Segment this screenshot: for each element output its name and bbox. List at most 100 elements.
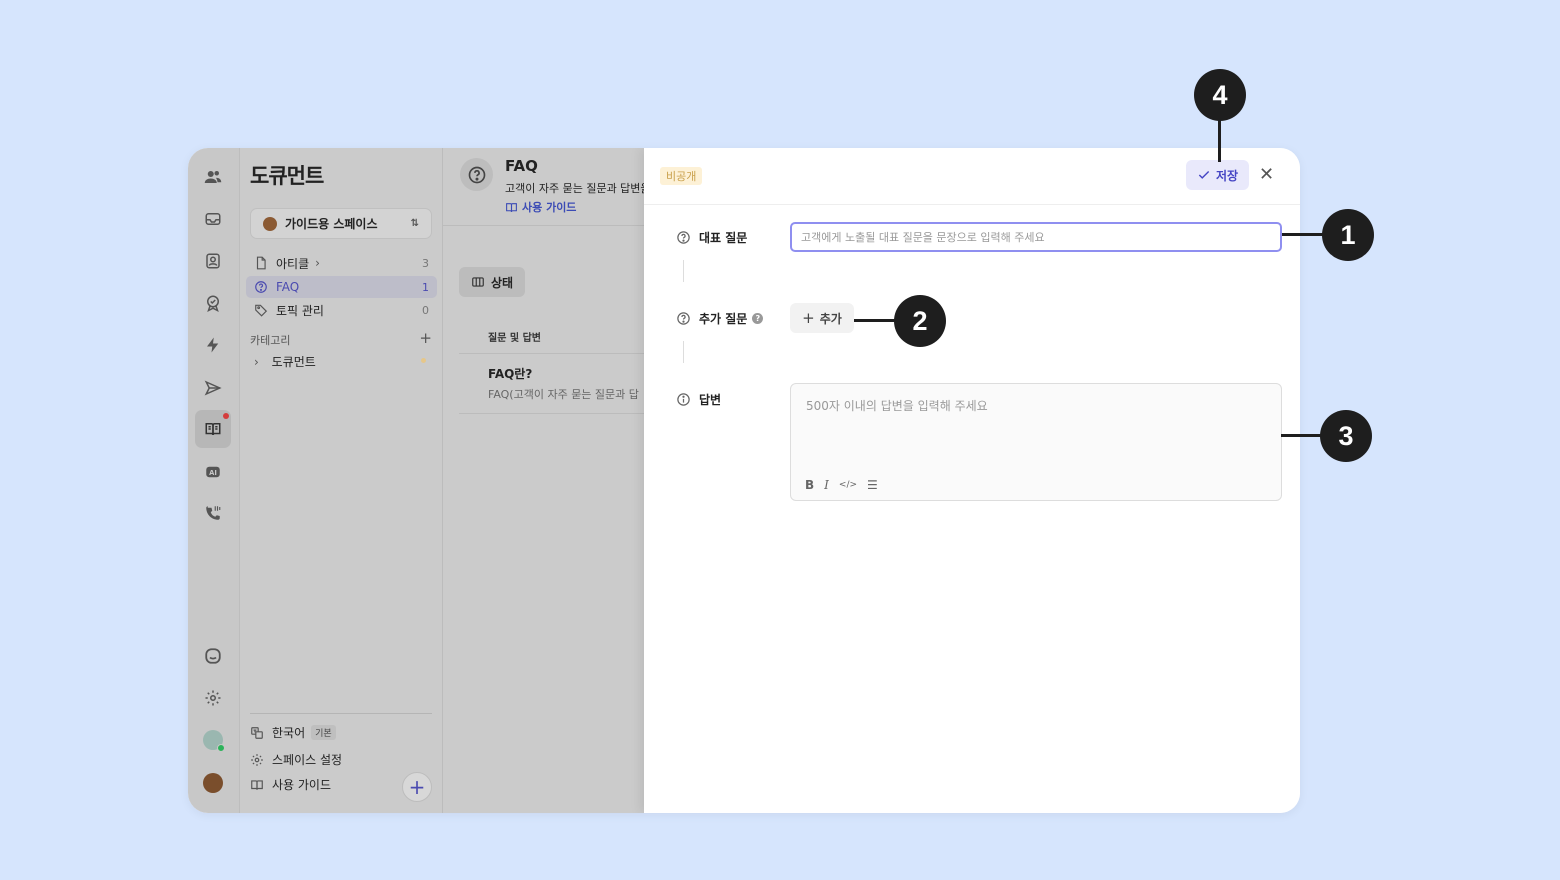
save-label: 저장 (1215, 168, 1239, 183)
callout-1: 1 (1322, 209, 1374, 261)
callout-line (854, 319, 898, 322)
workspace-avatar[interactable] (203, 773, 223, 793)
answer-placeholder: 500자 이내의 답변을 입력해 주세요 (806, 399, 988, 413)
question-circle-icon (460, 158, 493, 191)
columns-icon (472, 277, 484, 287)
book-icon (506, 202, 517, 212)
code-icon[interactable]: </> (839, 480, 857, 490)
sidebar-title: 도큐먼트 (250, 164, 324, 188)
item-count: 1 (422, 280, 429, 294)
inbox-icon[interactable] (199, 205, 227, 233)
item-count: 0 (422, 303, 429, 317)
space-avatar (263, 216, 277, 231)
question-label-text: 대표 질문 (699, 231, 748, 245)
add-button[interactable]: + (402, 772, 432, 802)
extra-label-text: 추가 질문 (699, 312, 748, 326)
translate-icon (251, 726, 263, 739)
online-status-dot (217, 744, 225, 752)
item-count: 3 (422, 256, 429, 270)
save-button[interactable]: 저장 (1186, 160, 1249, 190)
answer-label-text: 답변 (699, 393, 722, 407)
user-avatar[interactable] (203, 730, 225, 752)
sidebar-item-topic[interactable]: 토픽 관리 0 (246, 299, 437, 321)
category-section: 카테고리 + (250, 329, 432, 348)
sidebar-item-faq[interactable]: FAQ 1 (246, 276, 437, 298)
plus-icon: + (802, 309, 815, 327)
sidebar: 도큐먼트 가이드용 스페이스 ⇅ 아티클 › 3 FAQ 1 토픽 관리 0 카… (240, 148, 443, 813)
app-window: AI 도큐먼트 가이드용 스페이스 ⇅ 아티클 › 3 FAQ 1 토픽 관리 … (188, 148, 1300, 813)
divider (459, 353, 644, 354)
faq-row-description: FAQ(고객이 자주 묻는 질문과 답 (488, 388, 639, 401)
answer-field-label: 답변 (676, 391, 721, 408)
sidebar-item-label: FAQ (276, 280, 300, 294)
gear-icon[interactable] (199, 684, 227, 712)
close-icon[interactable]: ✕ (1259, 165, 1274, 185)
chat-icon[interactable] (199, 642, 227, 670)
user-guide-link[interactable]: 사용 가이드 (250, 776, 331, 793)
connector-line (683, 341, 684, 363)
sidebar-item-article[interactable]: 아티클 › 3 (246, 252, 437, 274)
language-label: 한국어 (272, 726, 306, 740)
space-selector[interactable]: 가이드용 스페이스 ⇅ (250, 208, 432, 239)
add-question-button[interactable]: + 추가 (790, 303, 854, 333)
category-item-document[interactable]: › 도큐먼트 (254, 353, 430, 370)
question-circle-icon (677, 231, 690, 244)
guide-link-label: 사용 가이드 (522, 201, 577, 214)
space-settings-link[interactable]: 스페이스 설정 (250, 751, 342, 768)
category-item-label: 도큐먼트 (271, 355, 316, 369)
notification-dot (223, 413, 229, 419)
contact-card-icon[interactable] (199, 247, 227, 275)
status-dot (421, 358, 426, 363)
sidebar-item-label: 아티클 (276, 256, 310, 271)
status-button-label: 상태 (490, 275, 514, 290)
divider (443, 225, 644, 226)
people-icon[interactable] (199, 163, 227, 191)
bold-icon[interactable]: B (805, 478, 814, 492)
divider (250, 713, 432, 714)
question-circle-icon (255, 281, 267, 293)
user-guide-label: 사용 가이드 (272, 778, 332, 792)
file-icon (256, 256, 266, 270)
chevron-updown-icon: ⇅ (410, 218, 419, 229)
divider (459, 413, 644, 414)
default-badge: 기본 (311, 725, 336, 740)
visibility-badge: 비공개 (660, 167, 703, 185)
user-guide-link[interactable]: 사용 가이드 (505, 199, 576, 215)
connector-line (683, 260, 684, 282)
space-settings-label: 스페이스 설정 (272, 753, 343, 767)
callout-line (1218, 120, 1221, 162)
send-icon[interactable] (199, 374, 227, 402)
add-category-icon[interactable]: + (419, 329, 432, 347)
editor-toolbar: B I </> ☰ (805, 478, 878, 492)
callout-2: 2 (894, 295, 946, 347)
check-icon (1198, 171, 1210, 179)
sidebar-item-label: 토픽 관리 (276, 303, 324, 318)
column-header: 질문 및 답변 (488, 333, 541, 344)
list-icon[interactable]: ☰ (867, 478, 878, 492)
icon-rail: AI (188, 148, 240, 813)
gear-icon (251, 753, 263, 766)
tag-icon (255, 304, 268, 317)
status-filter-button[interactable]: 상태 (459, 267, 525, 297)
ai-icon[interactable]: AI (199, 458, 227, 486)
svg-text:AI: AI (209, 469, 217, 477)
chevron-right-icon: › (315, 256, 320, 270)
callout-line (1281, 434, 1323, 437)
divider (644, 204, 1300, 205)
italic-icon[interactable]: I (824, 478, 829, 492)
language-selector[interactable]: 한국어 기본 (250, 724, 336, 741)
answer-editor[interactable]: 500자 이내의 답변을 입력해 주세요 B I </> ☰ (790, 383, 1282, 501)
help-icon[interactable]: ? (752, 313, 764, 324)
faq-row-title[interactable]: FAQ란? (488, 365, 532, 382)
category-label: 카테고리 (250, 334, 291, 347)
question-input[interactable] (790, 222, 1282, 252)
phone-icon[interactable] (199, 499, 227, 527)
info-icon (677, 393, 690, 406)
badge-icon[interactable] (199, 289, 227, 317)
faq-list-pane: FAQ 고객이 자주 묻는 질문과 답변을 사용 가이드 상태 질문 및 답변 … (443, 148, 651, 813)
lightning-icon[interactable] (199, 331, 227, 359)
page-description: 고객이 자주 묻는 질문과 답변을 (505, 182, 651, 195)
document-book-icon[interactable] (195, 410, 231, 448)
question-field-label: 대표 질문 (676, 229, 747, 246)
page-title: FAQ (505, 157, 538, 175)
